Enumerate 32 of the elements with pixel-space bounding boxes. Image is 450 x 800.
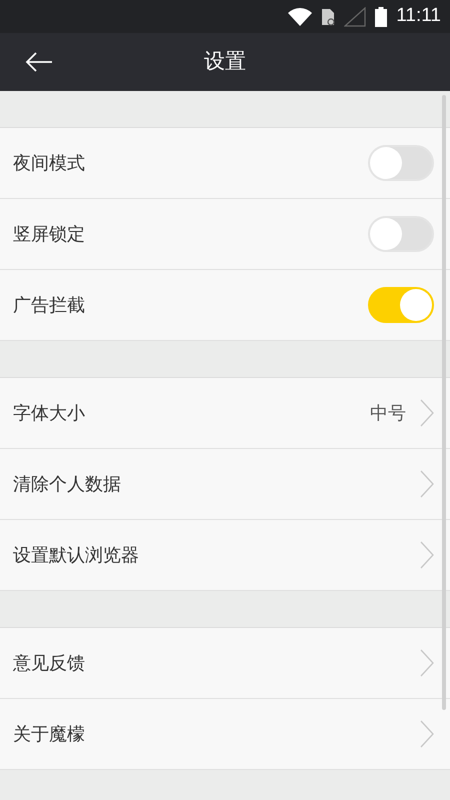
status-time: 11:11 bbox=[396, 4, 441, 28]
setting-label: 广告拦截 bbox=[13, 294, 86, 318]
setting-label: 设置默认浏览器 bbox=[13, 544, 140, 568]
sim-card-icon bbox=[321, 8, 336, 26]
back-arrow-icon[interactable] bbox=[25, 52, 53, 72]
setting-value: 中号 bbox=[370, 402, 406, 426]
settings-row[interactable]: 设置默认浏览器 bbox=[0, 520, 450, 591]
toggle-switch[interactable] bbox=[368, 145, 434, 181]
toggle-switch[interactable] bbox=[368, 216, 434, 252]
chevron-right-icon bbox=[420, 541, 434, 569]
screen-title: 设置 bbox=[204, 48, 246, 76]
wifi-icon bbox=[288, 8, 312, 26]
chevron-right-icon bbox=[420, 720, 434, 748]
settings-row[interactable]: 广告拦截 bbox=[0, 270, 450, 341]
settings-row[interactable]: 意见反馈 bbox=[0, 628, 450, 699]
settings-row[interactable]: 清除个人数据 bbox=[0, 449, 450, 520]
setting-label: 关于魔檬 bbox=[13, 722, 86, 746]
setting-label: 意见反馈 bbox=[13, 652, 86, 676]
battery-icon bbox=[375, 6, 388, 26]
toggle-switch[interactable] bbox=[368, 287, 434, 323]
settings-row[interactable]: 夜间模式 bbox=[0, 128, 450, 199]
settings-row[interactable]: 关于魔檬 bbox=[0, 699, 450, 770]
setting-label: 竖屏锁定 bbox=[13, 222, 86, 246]
settings-row[interactable]: 竖屏锁定 bbox=[0, 199, 450, 270]
settings-row[interactable]: 字体大小 中号 bbox=[0, 378, 450, 449]
chevron-right-icon bbox=[420, 649, 434, 677]
signal-icon bbox=[344, 6, 366, 26]
setting-label: 夜间模式 bbox=[13, 152, 86, 176]
setting-label: 清除个人数据 bbox=[13, 472, 122, 496]
chevron-right-icon bbox=[420, 470, 434, 498]
setting-label: 字体大小 bbox=[13, 402, 86, 426]
chevron-right-icon bbox=[420, 399, 434, 427]
